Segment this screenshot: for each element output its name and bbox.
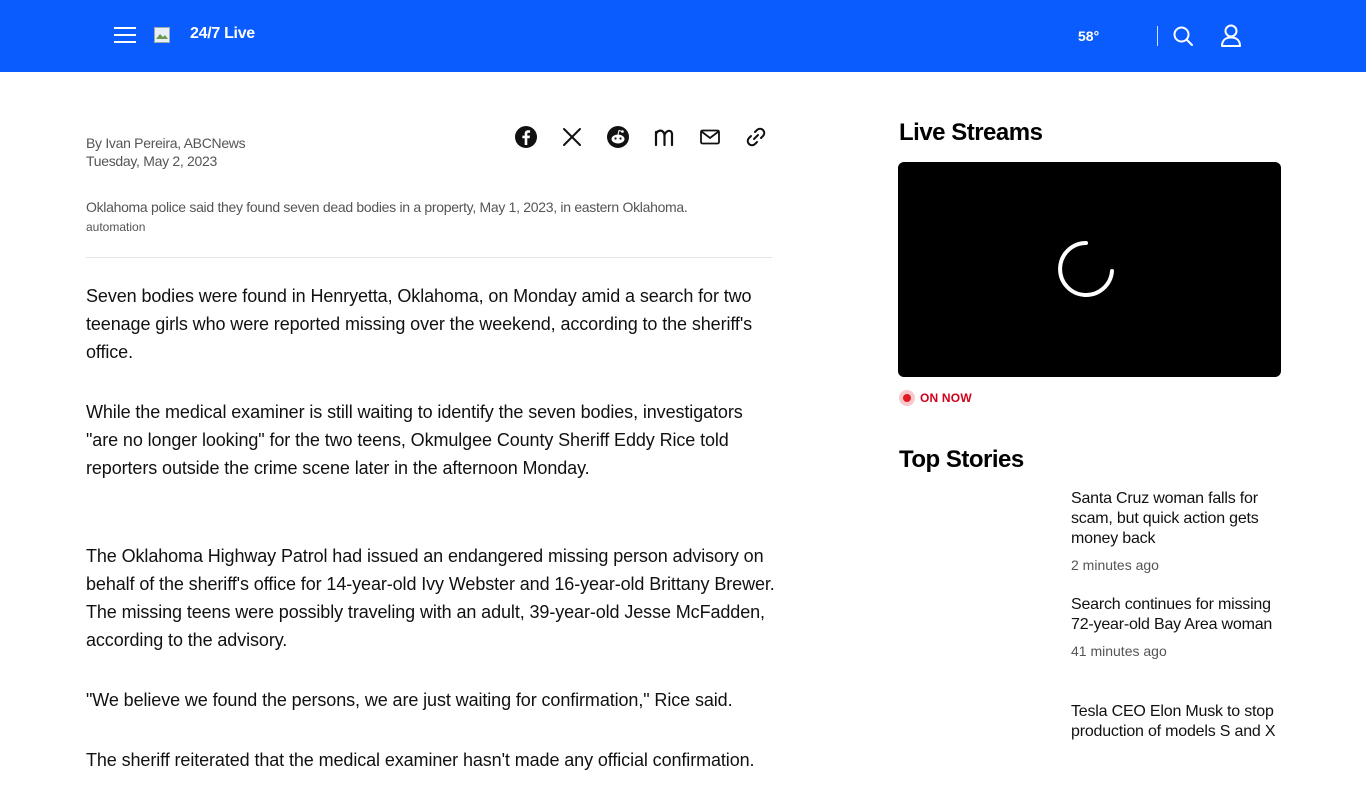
story-item[interactable]: Tesla CEO Elon Musk to stop production o… bbox=[1071, 702, 1281, 742]
article-paragraph: Seven bodies were found in Henryetta, Ok… bbox=[86, 286, 753, 362]
logo-image[interactable] bbox=[154, 27, 170, 43]
story-title[interactable]: Tesla CEO Elon Musk to stop production o… bbox=[1071, 702, 1281, 742]
article-divider bbox=[86, 257, 772, 258]
story-item[interactable]: Santa Cruz woman falls for scam, but qui… bbox=[1071, 489, 1281, 573]
article-paragraph: While the medical examiner is still wait… bbox=[86, 402, 743, 478]
reddit-icon[interactable] bbox=[606, 125, 630, 149]
story-thumbnail[interactable] bbox=[899, 489, 1057, 577]
article-paragraph: The sheriff reiterated that the medical … bbox=[86, 750, 755, 770]
article-paragraph: "We believe we found the persons, we are… bbox=[86, 690, 733, 710]
x-icon[interactable] bbox=[560, 125, 584, 149]
on-now-label: ON NOW bbox=[920, 391, 972, 405]
story-item[interactable]: Search continues for missing 72-year-old… bbox=[1071, 595, 1281, 659]
header-divider bbox=[1157, 26, 1158, 46]
live-video-player[interactable] bbox=[898, 162, 1281, 377]
image-caption: Oklahoma police said they found seven de… bbox=[86, 199, 688, 215]
article-byline: By Ivan Pereira, ABCNews Tuesday, May 2,… bbox=[86, 134, 246, 170]
story-title[interactable]: Santa Cruz woman falls for scam, but qui… bbox=[1071, 489, 1281, 549]
hamburger-menu-icon[interactable] bbox=[114, 25, 136, 45]
article-paragraph: The Oklahoma Highway Patrol had issued a… bbox=[86, 546, 775, 650]
story-title[interactable]: Search continues for missing 72-year-old… bbox=[1071, 595, 1281, 635]
loading-spinner-icon bbox=[1058, 241, 1114, 297]
story-time: 41 minutes ago bbox=[1071, 643, 1167, 659]
publish-date: Tuesday, May 2, 2023 bbox=[86, 153, 217, 169]
link-icon[interactable] bbox=[744, 125, 768, 149]
newsbreak-icon[interactable] bbox=[652, 125, 676, 149]
email-icon[interactable] bbox=[698, 125, 722, 149]
author: By Ivan Pereira, ABCNews bbox=[86, 135, 246, 151]
story-thumbnail[interactable] bbox=[899, 702, 1057, 790]
search-icon[interactable] bbox=[1172, 25, 1194, 47]
story-thumbnail[interactable] bbox=[899, 595, 1057, 683]
live-streams-heading: Live Streams bbox=[899, 119, 1043, 146]
story-time: 2 minutes ago bbox=[1071, 557, 1159, 573]
facebook-icon[interactable] bbox=[514, 125, 538, 149]
image-credit: automation bbox=[86, 220, 146, 234]
weather-temperature[interactable]: 58° bbox=[1078, 28, 1099, 44]
site-header: 24/7 Live 58° bbox=[0, 0, 1366, 72]
top-stories-heading: Top Stories bbox=[899, 446, 1024, 473]
brand-name[interactable]: 24/7 Live bbox=[190, 25, 255, 43]
live-dot-icon bbox=[899, 390, 915, 406]
user-icon[interactable] bbox=[1220, 24, 1242, 48]
